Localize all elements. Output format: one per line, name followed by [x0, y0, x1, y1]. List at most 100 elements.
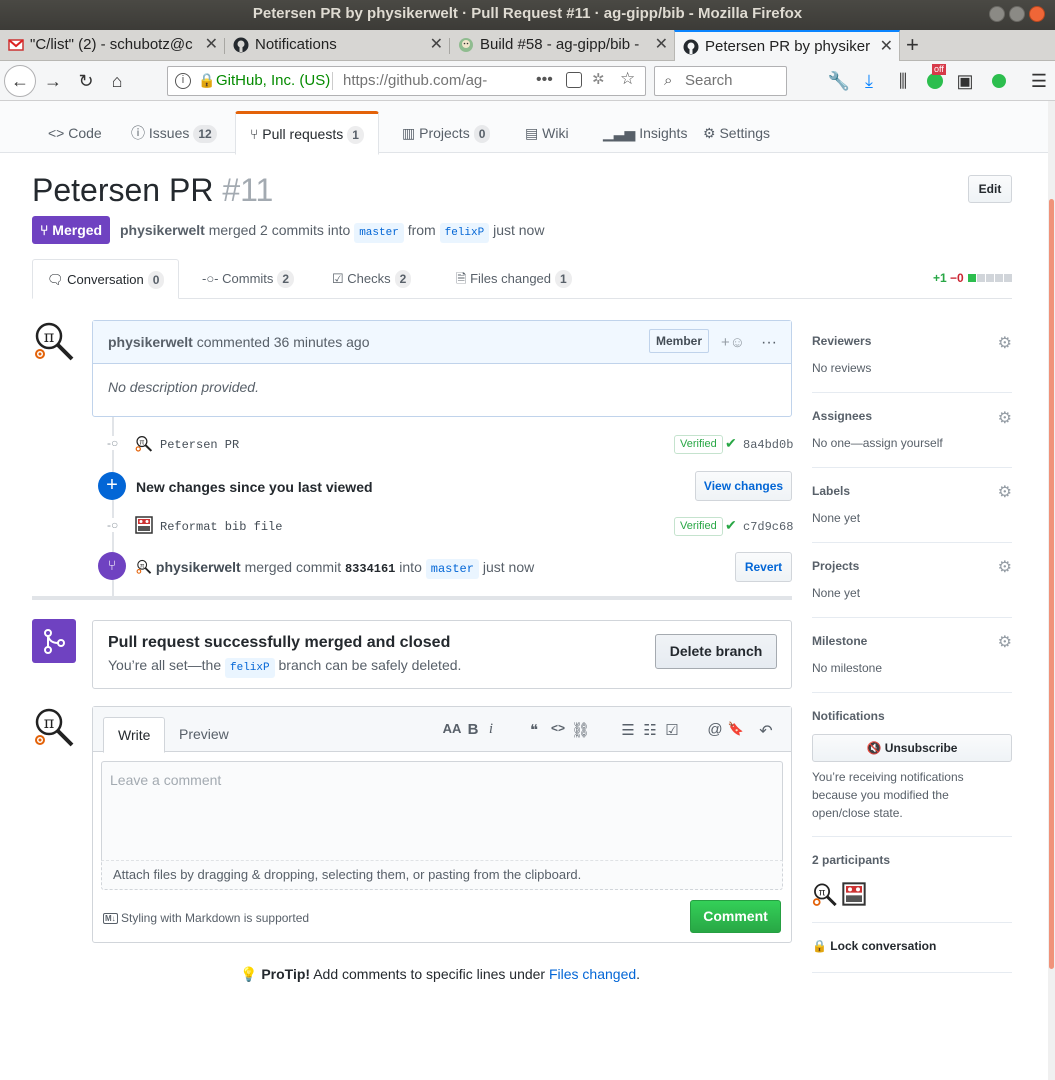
- gear-icon[interactable]: ⚙: [998, 632, 1012, 652]
- comment-action[interactable]: commented 36 minutes ago: [197, 334, 370, 350]
- markdown-note[interactable]: M↓ Styling with Markdown is supported: [103, 911, 309, 925]
- author-link[interactable]: physikerwelt: [120, 222, 205, 238]
- files-changed-link[interactable]: Files changed: [549, 966, 636, 982]
- attach-files-area[interactable]: Attach files by dragging & dropping, sel…: [101, 860, 783, 890]
- task-list-icon[interactable]: ☑: [663, 721, 681, 739]
- code-icon[interactable]: <>: [549, 721, 567, 735]
- verified-badge[interactable]: Verified: [674, 517, 723, 536]
- numbered-list-icon[interactable]: ☷: [641, 721, 659, 739]
- browser-tab-notifications[interactable]: Notifications ✕: [225, 30, 449, 61]
- addon-icon[interactable]: off: [922, 64, 948, 94]
- repo-tab-wiki[interactable]: ▤ Wiki: [525, 113, 569, 153]
- download-icon[interactable]: ⤓: [856, 68, 882, 94]
- tab-checks[interactable]: ☑ Checks 2: [332, 259, 412, 299]
- diffstat[interactable]: +1 −0: [933, 271, 1012, 285]
- commit-message[interactable]: Reformat bib file: [160, 520, 282, 534]
- revert-button[interactable]: Revert: [735, 552, 792, 582]
- view-changes-button[interactable]: View changes: [695, 471, 792, 501]
- merge-branch[interactable]: master: [425, 559, 479, 579]
- participant-avatar[interactable]: [842, 882, 866, 906]
- reply-icon[interactable]: ↶: [753, 721, 779, 741]
- scrollbar-thumb[interactable]: [1049, 199, 1054, 969]
- mention-icon[interactable]: @: [706, 721, 724, 738]
- minimize-icon[interactable]: [989, 6, 1005, 22]
- back-icon[interactable]: ←: [4, 65, 36, 97]
- sidebar-icon[interactable]: ▣: [952, 68, 978, 94]
- browser-tab-build[interactable]: Build #58 - ag-gipp/bib - ✕: [450, 30, 674, 61]
- assign-yourself-link[interactable]: No one—assign yourself: [812, 436, 943, 450]
- commit-avatar[interactable]: π: [135, 435, 153, 453]
- lock-conversation-link[interactable]: 🔒 Lock conversation: [812, 939, 936, 953]
- url-text[interactable]: https://github.com/ag-: [343, 67, 487, 95]
- quote-icon[interactable]: ❝: [525, 721, 543, 739]
- gear-icon[interactable]: ⚙: [998, 557, 1012, 577]
- commit-sha[interactable]: 8a4bd0b: [743, 438, 793, 452]
- tab-conversation[interactable]: 🗨 Conversation 0: [32, 259, 180, 299]
- tab-close-icon[interactable]: ✕: [880, 32, 893, 62]
- check-icon[interactable]: ✔: [725, 517, 737, 534]
- pocket-icon[interactable]: [566, 72, 582, 88]
- site-identity[interactable]: GitHub, Inc. (US): [216, 67, 330, 95]
- edit-button[interactable]: Edit: [968, 175, 1012, 203]
- repo-tab-insights[interactable]: ▁▃▅ Insights: [603, 113, 687, 153]
- bookmark-star-icon[interactable]: ☆: [620, 69, 635, 89]
- bug-icon[interactable]: ✲: [592, 70, 605, 88]
- home-icon[interactable]: ⌂: [104, 68, 130, 94]
- merge-event-avatar[interactable]: π: [136, 559, 152, 575]
- menu-icon[interactable]: ☰: [1026, 68, 1052, 94]
- unsubscribe-button[interactable]: 🔇 Unsubscribe: [812, 734, 1012, 762]
- add-reaction-icon[interactable]: +☺: [721, 321, 745, 364]
- maximize-icon[interactable]: [1009, 6, 1025, 22]
- avatar[interactable]: π: [32, 320, 76, 364]
- url-bar[interactable]: i 🔒 GitHub, Inc. (US) https://github.com…: [167, 66, 646, 96]
- more-options-icon[interactable]: ···: [761, 321, 777, 364]
- tab-close-icon[interactable]: ✕: [430, 30, 443, 60]
- bulleted-list-icon[interactable]: ☰: [619, 721, 637, 739]
- commit-sha[interactable]: c7d9c68: [743, 520, 793, 534]
- wrench-icon[interactable]: 🔧: [826, 68, 852, 94]
- js-addon-icon[interactable]: [986, 68, 1012, 94]
- comment-textarea[interactable]: Leave a comment: [101, 761, 783, 860]
- repo-tab-settings[interactable]: ⚙ Settings: [703, 113, 770, 153]
- browser-tab-gmail[interactable]: "C/list" (2) - schubotz@c ✕: [0, 30, 224, 61]
- forward-icon[interactable]: →: [40, 68, 66, 94]
- italic-icon[interactable]: i: [482, 721, 500, 738]
- base-branch[interactable]: master: [354, 223, 404, 243]
- check-icon[interactable]: ✔: [725, 435, 737, 452]
- library-icon[interactable]: ⫼: [890, 68, 916, 94]
- commit-avatar[interactable]: [135, 516, 153, 534]
- tab-close-icon[interactable]: ✕: [205, 30, 218, 60]
- heading-icon[interactable]: AA: [441, 721, 463, 736]
- page-actions-icon[interactable]: •••: [536, 67, 553, 93]
- repo-tab-code[interactable]: <> Code: [48, 113, 102, 153]
- comment-submit-button[interactable]: Comment: [690, 900, 781, 933]
- gear-icon[interactable]: ⚙: [998, 408, 1012, 428]
- head-branch[interactable]: felixP: [439, 223, 490, 243]
- link-icon[interactable]: ⛓: [571, 721, 590, 739]
- tab-close-icon[interactable]: ✕: [655, 30, 668, 60]
- gear-icon[interactable]: ⚙: [998, 333, 1012, 353]
- avatar[interactable]: π: [32, 706, 76, 750]
- tab-preview[interactable]: Preview: [165, 717, 243, 753]
- search-input[interactable]: ⌕ Search: [654, 66, 787, 96]
- reload-icon[interactable]: ↻: [73, 68, 99, 94]
- verified-badge[interactable]: Verified: [674, 435, 723, 454]
- participant-avatar[interactable]: π: [812, 882, 838, 908]
- delete-branch-button[interactable]: Delete branch: [655, 634, 777, 669]
- new-tab-icon[interactable]: +: [906, 30, 919, 60]
- commit-message[interactable]: Petersen PR: [160, 438, 239, 452]
- saved-reply-icon[interactable]: 🔖: [727, 721, 745, 737]
- tab-files-changed[interactable]: 🗎 Files changed 1: [456, 259, 572, 299]
- repo-tab-pull-requests[interactable]: ⑂ Pull requests 1: [235, 111, 379, 155]
- gear-icon[interactable]: ⚙: [998, 482, 1012, 502]
- merge-sha[interactable]: 8334161: [345, 562, 395, 576]
- comment-author[interactable]: physikerwelt: [108, 334, 193, 350]
- repo-tab-issues[interactable]: ⓘ Issues 12: [131, 113, 217, 153]
- tab-write[interactable]: Write: [103, 717, 166, 753]
- info-icon[interactable]: i: [175, 73, 191, 89]
- merge-author[interactable]: physikerwelt: [156, 559, 241, 575]
- tab-commits[interactable]: -○- Commits 2: [202, 259, 295, 299]
- browser-tab-active[interactable]: Petersen PR by physiker ✕: [674, 30, 900, 62]
- bold-icon[interactable]: B: [464, 721, 482, 738]
- close-window-icon[interactable]: [1029, 6, 1045, 22]
